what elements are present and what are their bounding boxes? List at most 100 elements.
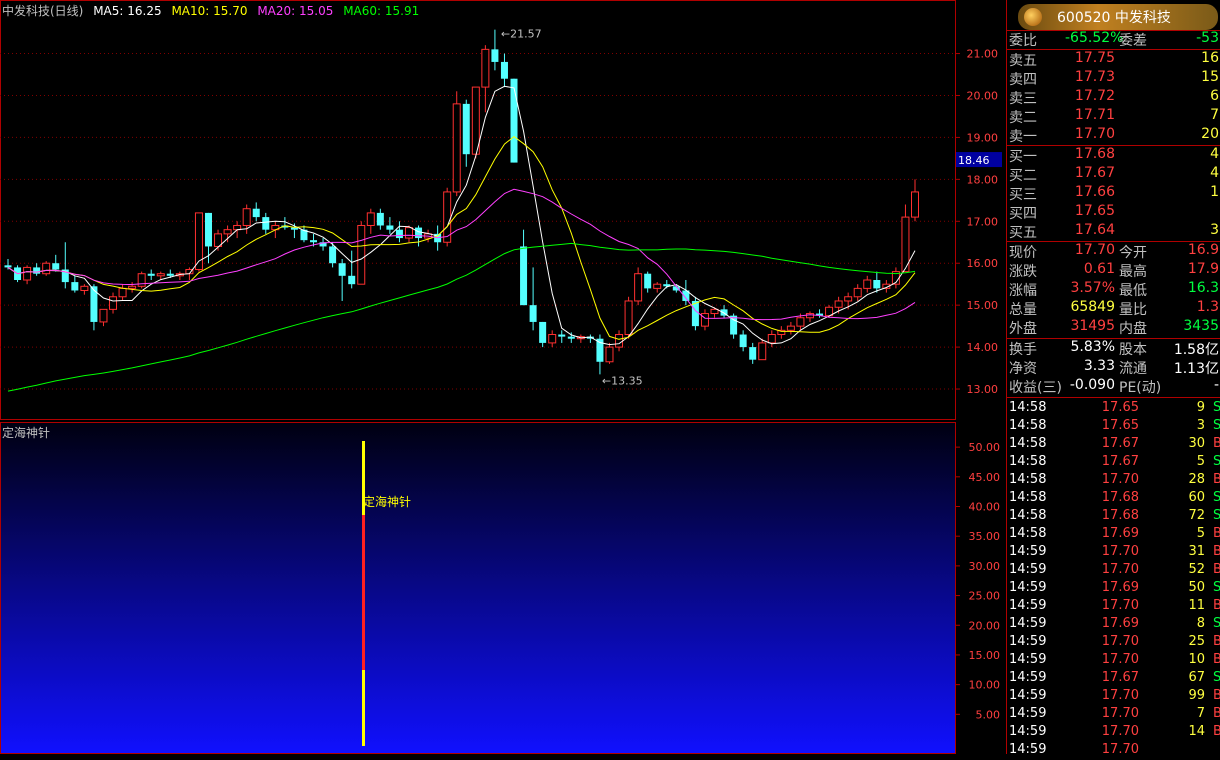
row-label-2: 最低 xyxy=(1119,283,1147,299)
tick-volume: 10 xyxy=(1188,652,1205,667)
candle-up xyxy=(128,285,137,289)
candle-up xyxy=(758,342,767,361)
candle-down xyxy=(462,103,470,155)
bid-row[interactable]: 买五 17.64 3 xyxy=(1007,222,1220,241)
tick-row: 14:59 17.69 50 S xyxy=(1007,580,1220,598)
bid-volume: 4 xyxy=(1210,146,1219,162)
ask-row[interactable]: 卖五 17.75 16 xyxy=(1007,50,1220,69)
row-label-2: 今开 xyxy=(1119,245,1147,261)
ind-tick-label: 50.00 xyxy=(969,441,1001,454)
candle-down xyxy=(510,78,518,163)
row-value: 31495 xyxy=(1070,318,1115,334)
candle-down xyxy=(386,225,394,230)
tick-direction: B xyxy=(1213,598,1220,613)
candle-up xyxy=(242,208,251,226)
tick-direction: B xyxy=(1213,652,1220,667)
bid-row[interactable]: 买二 17.67 4 xyxy=(1007,165,1220,184)
ask-row[interactable]: 卖二 17.71 7 xyxy=(1007,107,1220,126)
bid-row[interactable]: 买四 17.65 xyxy=(1007,203,1220,222)
tick-row: 14:58 17.65 3 S xyxy=(1007,418,1220,436)
candle-up xyxy=(223,229,232,235)
tick-time: 14:59 xyxy=(1009,616,1047,631)
candle-up xyxy=(23,266,32,281)
ma20-label: MA20: 15.05 xyxy=(257,4,334,18)
y-tick-label: 19.00 xyxy=(967,131,999,144)
tick-row: 14:59 17.70 31 B xyxy=(1007,544,1220,562)
tick-price: 17.68 xyxy=(1101,490,1139,505)
row-label: 涨幅 xyxy=(1009,283,1037,299)
tick-price: 17.67 xyxy=(1101,436,1139,451)
ask-price: 17.71 xyxy=(1074,107,1115,123)
quote-row: 委比 -65.52% 委差 -53 xyxy=(1007,30,1220,49)
logo-text: 600520 中发科技 xyxy=(1057,10,1171,26)
ind-tick-label: 35.00 xyxy=(969,530,1001,543)
candle-up xyxy=(844,296,853,302)
signal-bar-bottom xyxy=(362,670,365,746)
ind-tick-label: 30.00 xyxy=(969,560,1001,573)
row-label-2: PE(动) xyxy=(1119,380,1162,396)
bid-volume: 3 xyxy=(1210,222,1219,238)
candle-down xyxy=(204,212,212,247)
tick-time: 14:59 xyxy=(1009,562,1047,577)
bid-row[interactable]: 买一 17.68 4 xyxy=(1007,146,1220,165)
tick-price: 17.67 xyxy=(1101,670,1139,685)
tick-direction: B xyxy=(1213,544,1220,559)
row-value-2: -53 xyxy=(1196,30,1219,46)
tick-time: 14:58 xyxy=(1009,490,1047,505)
bid-price: 17.67 xyxy=(1074,165,1115,181)
row-label-2: 流通 xyxy=(1119,361,1147,377)
ask-row[interactable]: 卖一 17.70 20 xyxy=(1007,126,1220,145)
row-label: 收益(三) xyxy=(1009,380,1062,396)
ind-tick-label: 40.00 xyxy=(969,501,1001,514)
tick-time: 14:58 xyxy=(1009,436,1047,451)
signal-label: 定海神针 xyxy=(363,494,411,509)
candle-up xyxy=(710,308,719,315)
tick-time: 14:59 xyxy=(1009,652,1047,667)
tick-price: 17.65 xyxy=(1101,418,1139,433)
tick-row: 14:59 17.70 11 B xyxy=(1007,598,1220,616)
row-value-2: 17.9 xyxy=(1187,261,1219,277)
stock-title: 中发科技(日线) xyxy=(2,4,84,18)
y-tick-label: 17.00 xyxy=(967,215,999,228)
ask-row[interactable]: 卖四 17.73 15 xyxy=(1007,69,1220,88)
ind-tick-label: 10.00 xyxy=(969,679,1001,692)
candle-up xyxy=(624,300,633,336)
ask-row[interactable]: 卖三 17.72 6 xyxy=(1007,88,1220,107)
candle-down xyxy=(252,208,260,218)
tick-direction: B xyxy=(1213,436,1220,451)
candle-down xyxy=(873,280,881,289)
candle-up xyxy=(605,346,614,363)
tick-price: 17.70 xyxy=(1101,562,1139,577)
tick-price: 17.70 xyxy=(1101,652,1139,667)
chart-header: 中发科技(日线) MA5: 16.25 MA10: 15.70 MA20: 15… xyxy=(2,2,425,19)
ask-label: 卖二 xyxy=(1009,110,1037,126)
ind-tick-label: 5.00 xyxy=(976,708,1001,721)
tick-direction: B xyxy=(1213,562,1220,577)
candle-down xyxy=(520,246,528,306)
ask-label: 卖五 xyxy=(1009,53,1037,69)
tick-volume: 30 xyxy=(1188,436,1205,451)
tick-volume: 25 xyxy=(1188,634,1205,649)
tick-direction: B xyxy=(1213,472,1220,487)
ma10-label: MA10: 15.70 xyxy=(171,4,248,18)
tick-direction: S xyxy=(1213,490,1220,505)
tick-direction: B xyxy=(1213,724,1220,739)
bid-row[interactable]: 买三 17.66 1 xyxy=(1007,184,1220,203)
indicator-chart[interactable]: 50.00 45.00 40.00 35.00 30.00 25.00 20.00 15.00… xyxy=(0,422,1004,754)
bid-label: 买五 xyxy=(1009,225,1037,241)
kline-chart[interactable]: 21.00 20.00 19.00 18.00 17.00 16.00 15.00 14.00… xyxy=(0,0,1004,420)
tick-price: 17.67 xyxy=(1101,454,1139,469)
candle-down xyxy=(147,273,155,276)
candle-up xyxy=(615,334,624,348)
candle-down xyxy=(691,300,699,327)
row-value: 3.33 xyxy=(1083,358,1115,374)
candle-down xyxy=(166,273,174,276)
tick-volume: 9 xyxy=(1196,400,1205,415)
tick-volume: 67 xyxy=(1188,670,1205,685)
row-label: 委比 xyxy=(1009,33,1037,49)
tick-volume: 60 xyxy=(1188,490,1205,505)
candle-down xyxy=(33,267,41,274)
tick-volume: 28 xyxy=(1188,472,1205,487)
tick-price: 17.69 xyxy=(1101,580,1139,595)
tick-time: 14:59 xyxy=(1009,706,1047,721)
